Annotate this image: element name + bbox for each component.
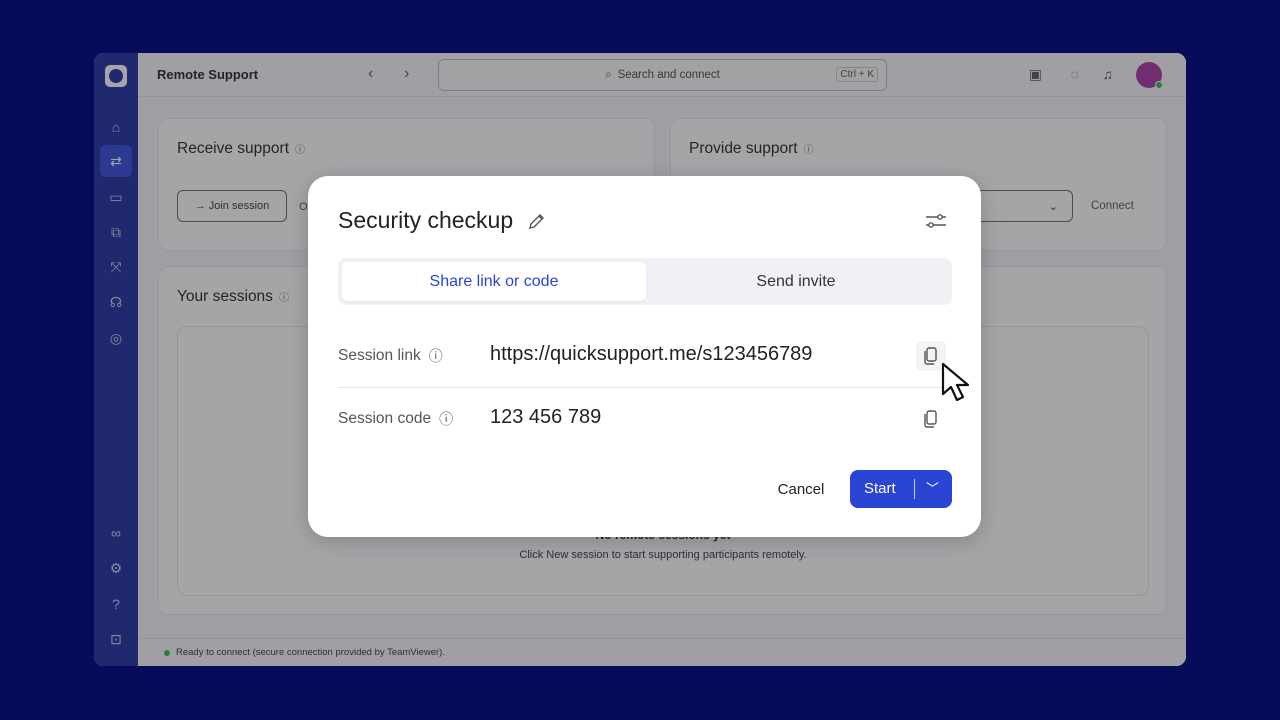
settings-sliders-icon[interactable] (925, 210, 947, 232)
dialog-title: Security checkup (338, 207, 514, 233)
copy-code-button[interactable] (916, 404, 946, 434)
chevron-down-icon[interactable]: ﹀ (926, 478, 939, 497)
copy-icon (924, 410, 937, 428)
info-icon[interactable]: ⓘ (439, 409, 453, 429)
security-checkup-dialog: Security checkup Share link or code Send… (308, 176, 981, 537)
cancel-button[interactable]: Cancel (766, 470, 836, 508)
session-code-value: 123 456 789 (490, 406, 602, 428)
info-icon[interactable]: ⓘ (429, 346, 443, 366)
mouse-cursor-icon (941, 362, 970, 402)
tab-send-invite[interactable]: Send invite (644, 262, 948, 301)
session-link-row: Session link ⓘ https://quicksupport.me/s1… (338, 331, 952, 381)
session-link-value: https://quicksupport.me/s123456789 (490, 343, 813, 365)
session-code-row: Session code ⓘ 123 456 789 (338, 394, 952, 444)
divider (338, 387, 952, 388)
start-button[interactable]: Start ﹀ (850, 470, 952, 508)
copy-icon (924, 347, 937, 365)
pencil-icon[interactable] (527, 211, 547, 231)
divider (914, 479, 915, 499)
tab-bar: Share link or code Send invite (338, 258, 952, 305)
tab-share-link[interactable]: Share link or code (342, 262, 646, 301)
